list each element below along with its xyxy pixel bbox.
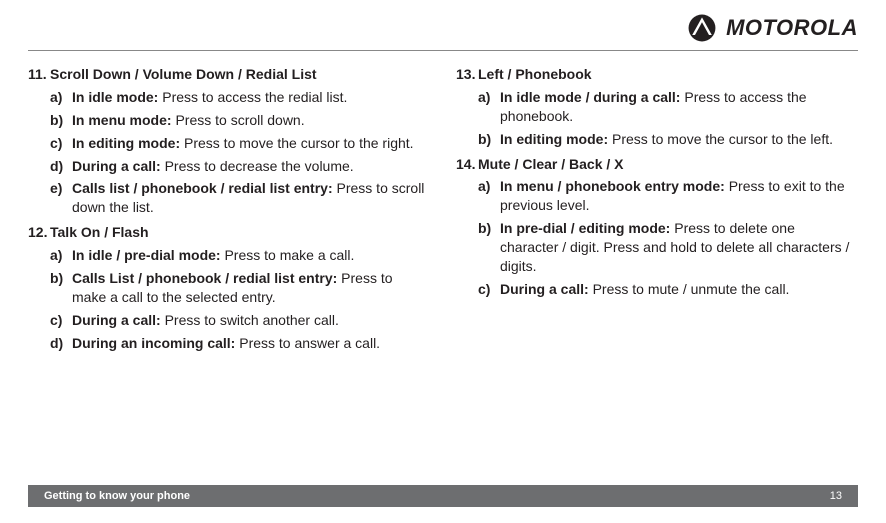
list-item: a) In idle mode: Press to access the red… bbox=[50, 88, 428, 107]
item-letter: c) bbox=[50, 134, 72, 153]
item-head: In idle mode / during a call: bbox=[500, 89, 684, 105]
item-letter: a) bbox=[50, 246, 72, 265]
list-item: b) In pre-dial / editing mode: Press to … bbox=[478, 219, 856, 276]
item-letter: a) bbox=[478, 88, 500, 126]
column-right: 13. Left / Phonebook a) In idle mode / d… bbox=[456, 65, 856, 359]
item-text: Press to scroll down. bbox=[175, 112, 304, 128]
section-14: 14. Mute / Clear / Back / X a) In menu /… bbox=[456, 155, 856, 299]
list-item: a) In idle / pre-dial mode: Press to mak… bbox=[50, 246, 428, 265]
item-letter: c) bbox=[478, 280, 500, 299]
item-text: Press to decrease the volume. bbox=[165, 158, 354, 174]
item-text: Press to mute / unmute the call. bbox=[593, 281, 790, 297]
page-header: MOTOROLA bbox=[28, 14, 858, 51]
item-text: Press to make a call. bbox=[224, 247, 354, 263]
item-letter: b) bbox=[478, 219, 500, 276]
item-head: During a call: bbox=[500, 281, 593, 297]
section-heading: Scroll Down / Volume Down / Redial List bbox=[50, 65, 317, 84]
section-number: 11. bbox=[28, 65, 50, 84]
item-letter: b) bbox=[478, 130, 500, 149]
item-letter: c) bbox=[50, 311, 72, 330]
item-head: Calls List / phonebook / redial list ent… bbox=[72, 270, 341, 286]
section-heading: Mute / Clear / Back / X bbox=[478, 155, 624, 174]
item-text: Press to move the cursor to the left. bbox=[612, 131, 833, 147]
item-head: In idle mode: bbox=[72, 89, 162, 105]
list-item: b) In menu mode: Press to scroll down. bbox=[50, 111, 428, 130]
item-letter: d) bbox=[50, 334, 72, 353]
item-letter: a) bbox=[478, 177, 500, 215]
list-item: c) During a call: Press to mute / unmute… bbox=[478, 280, 856, 299]
item-letter: a) bbox=[50, 88, 72, 107]
list-item: c) In editing mode: Press to move the cu… bbox=[50, 134, 428, 153]
item-letter: e) bbox=[50, 179, 72, 217]
item-head: In editing mode: bbox=[500, 131, 612, 147]
page-content: 11. Scroll Down / Volume Down / Redial L… bbox=[28, 65, 858, 359]
list-item: b) Calls List / phonebook / redial list … bbox=[50, 269, 428, 307]
list-item: a) In idle mode / during a call: Press t… bbox=[478, 88, 856, 126]
item-text: Press to switch another call. bbox=[165, 312, 339, 328]
page-footer: Getting to know your phone 13 bbox=[28, 485, 858, 507]
motorola-icon bbox=[688, 14, 716, 42]
item-head: During an incoming call: bbox=[72, 335, 239, 351]
list-item: c) During a call: Press to switch anothe… bbox=[50, 311, 428, 330]
list-item: b) In editing mode: Press to move the cu… bbox=[478, 130, 856, 149]
item-letter: b) bbox=[50, 111, 72, 130]
item-head: During a call: bbox=[72, 312, 165, 328]
item-head: In menu mode: bbox=[72, 112, 175, 128]
section-11: 11. Scroll Down / Volume Down / Redial L… bbox=[28, 65, 428, 217]
section-12: 12. Talk On / Flash a) In idle / pre-dia… bbox=[28, 223, 428, 352]
item-text: Press to answer a call. bbox=[239, 335, 380, 351]
item-head: During a call: bbox=[72, 158, 165, 174]
item-head: Calls list / phonebook / redial list ent… bbox=[72, 180, 337, 196]
brand-logo: MOTOROLA bbox=[688, 14, 858, 42]
list-item: d) During a call: Press to decrease the … bbox=[50, 157, 428, 176]
section-number: 12. bbox=[28, 223, 50, 242]
item-text: Press to access the redial list. bbox=[162, 89, 347, 105]
item-text: Press to move the cursor to the right. bbox=[184, 135, 414, 151]
item-head: In menu / phonebook entry mode: bbox=[500, 178, 729, 194]
section-number: 13. bbox=[456, 65, 478, 84]
brand-text: MOTOROLA bbox=[726, 15, 858, 41]
list-item: e) Calls list / phonebook / redial list … bbox=[50, 179, 428, 217]
section-13: 13. Left / Phonebook a) In idle mode / d… bbox=[456, 65, 856, 149]
section-heading: Talk On / Flash bbox=[50, 223, 149, 242]
item-letter: b) bbox=[50, 269, 72, 307]
list-item: d) During an incoming call: Press to ans… bbox=[50, 334, 428, 353]
section-number: 14. bbox=[456, 155, 478, 174]
item-head: In pre-dial / editing mode: bbox=[500, 220, 674, 236]
footer-title: Getting to know your phone bbox=[44, 490, 190, 502]
section-heading: Left / Phonebook bbox=[478, 65, 592, 84]
item-head: In idle / pre-dial mode: bbox=[72, 247, 224, 263]
item-head: In editing mode: bbox=[72, 135, 184, 151]
page-number: 13 bbox=[830, 490, 842, 502]
item-letter: d) bbox=[50, 157, 72, 176]
list-item: a) In menu / phonebook entry mode: Press… bbox=[478, 177, 856, 215]
column-left: 11. Scroll Down / Volume Down / Redial L… bbox=[28, 65, 428, 359]
